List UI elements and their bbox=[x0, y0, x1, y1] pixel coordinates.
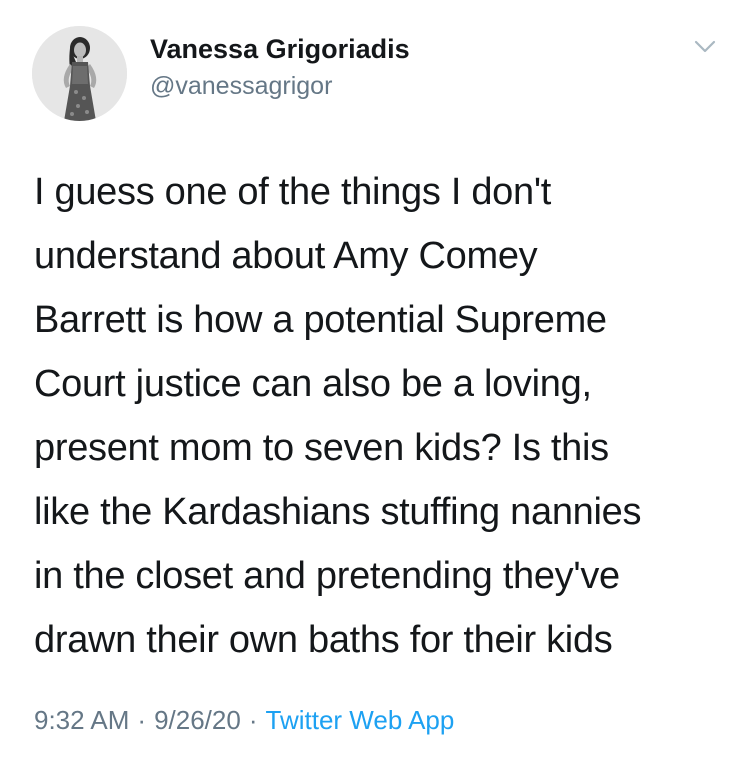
meta-separator: · bbox=[248, 705, 258, 735]
tweet-text-line: Barrett is how a potential Supreme bbox=[34, 299, 607, 341]
tweet-card: Vanessa Grigoriadis @vanessagrigor I gue… bbox=[0, 0, 730, 764]
display-name[interactable]: Vanessa Grigoriadis bbox=[150, 34, 410, 65]
tweet-date[interactable]: 9/26/20 bbox=[154, 705, 241, 735]
chevron-down-icon[interactable] bbox=[690, 34, 720, 58]
avatar[interactable] bbox=[32, 26, 127, 121]
meta-separator: · bbox=[137, 705, 147, 735]
tweet-text-line: like the Kardashians stuffing nannies bbox=[34, 491, 642, 533]
tweet-text-line: drawn their own baths for their kids bbox=[34, 619, 613, 661]
tweet-meta: 9:32 AM · 9/26/20 · Twitter Web App bbox=[34, 705, 454, 736]
tweet-text: I guess one of the things I don't unders… bbox=[34, 160, 714, 672]
tweet-text-line: in the closet and pretending they've bbox=[34, 555, 620, 597]
avatar-photo bbox=[32, 26, 127, 121]
tweet-text-line: Court justice can also be a loving, bbox=[34, 363, 592, 405]
tweet-text-line: present mom to seven kids? Is this bbox=[34, 427, 609, 469]
tweet-time[interactable]: 9:32 AM bbox=[34, 705, 129, 735]
tweet-text-line: I guess one of the things I don't bbox=[34, 171, 552, 213]
tweet-text-line: understand about Amy Comey bbox=[34, 235, 538, 277]
user-handle[interactable]: @vanessagrigor bbox=[150, 72, 332, 101]
source-link[interactable]: Twitter Web App bbox=[266, 705, 455, 735]
